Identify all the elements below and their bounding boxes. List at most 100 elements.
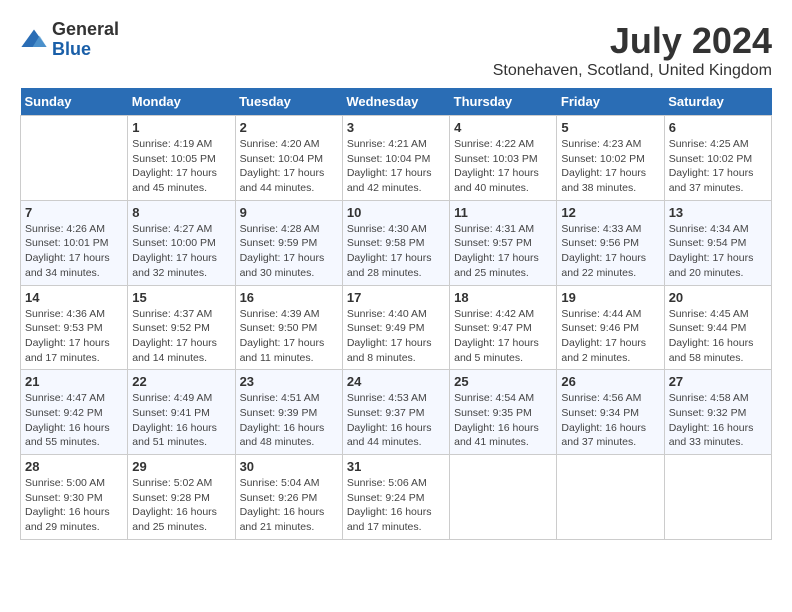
day-info: Sunrise: 4:39 AMSunset: 9:50 PMDaylight:… [240, 307, 338, 366]
day-number: 16 [240, 290, 338, 305]
day-cell: 10 Sunrise: 4:30 AMSunset: 9:58 PMDayligh… [342, 200, 449, 285]
header-row: SundayMondayTuesdayWednesdayThursdayFrid… [21, 88, 772, 116]
day-cell: 9 Sunrise: 4:28 AMSunset: 9:59 PMDaylight… [235, 200, 342, 285]
day-cell: 29 Sunrise: 5:02 AMSunset: 9:28 PMDayligh… [128, 455, 235, 540]
day-info: Sunrise: 4:21 AMSunset: 10:04 PMDaylight… [347, 137, 445, 196]
day-cell [557, 455, 664, 540]
day-info: Sunrise: 4:47 AMSunset: 9:42 PMDaylight:… [25, 391, 123, 450]
day-cell: 8 Sunrise: 4:27 AMSunset: 10:00 PMDayligh… [128, 200, 235, 285]
day-info: Sunrise: 4:27 AMSunset: 10:00 PMDaylight… [132, 222, 230, 281]
day-cell: 6Sunrise: 4:25 AMSunset: 10:02 PMDayligh… [664, 116, 771, 201]
week-row-4: 28 Sunrise: 5:00 AMSunset: 9:30 PMDayligh… [21, 455, 772, 540]
day-info: Sunrise: 4:19 AMSunset: 10:05 PMDaylight… [132, 137, 230, 196]
day-number: 9 [240, 205, 338, 220]
header-friday: Friday [557, 88, 664, 116]
day-cell: 27Sunrise: 4:58 AMSunset: 9:32 PMDayligh… [664, 370, 771, 455]
day-number: 21 [25, 374, 123, 389]
day-info: Sunrise: 4:31 AMSunset: 9:57 PMDaylight:… [454, 222, 552, 281]
day-info: Sunrise: 4:53 AMSunset: 9:37 PMDaylight:… [347, 391, 445, 450]
day-number: 3 [347, 120, 445, 135]
day-number: 1 [132, 120, 230, 135]
calendar-table: SundayMondayTuesdayWednesdayThursdayFrid… [20, 88, 772, 540]
title-section: July 2024 Stonehaven, Scotland, United K… [493, 20, 772, 80]
day-cell [664, 455, 771, 540]
day-number: 29 [132, 459, 230, 474]
day-info: Sunrise: 4:28 AMSunset: 9:59 PMDaylight:… [240, 222, 338, 281]
day-cell: 15 Sunrise: 4:37 AMSunset: 9:52 PMDayligh… [128, 285, 235, 370]
day-number: 30 [240, 459, 338, 474]
logo: General Blue [20, 20, 119, 60]
day-info: Sunrise: 4:44 AMSunset: 9:46 PMDaylight:… [561, 307, 659, 366]
day-cell: 13Sunrise: 4:34 AMSunset: 9:54 PMDayligh… [664, 200, 771, 285]
header-saturday: Saturday [664, 88, 771, 116]
day-cell: 19 Sunrise: 4:44 AMSunset: 9:46 PMDayligh… [557, 285, 664, 370]
day-cell: 11Sunrise: 4:31 AMSunset: 9:57 PMDayligh… [450, 200, 557, 285]
logo-icon [20, 26, 48, 54]
day-number: 2 [240, 120, 338, 135]
day-info: Sunrise: 4:22 AMSunset: 10:03 PMDaylight… [454, 137, 552, 196]
day-number: 25 [454, 374, 552, 389]
day-info: Sunrise: 4:25 AMSunset: 10:02 PMDaylight… [669, 137, 767, 196]
day-cell: 14Sunrise: 4:36 AMSunset: 9:53 PMDayligh… [21, 285, 128, 370]
day-cell: 1 Sunrise: 4:19 AMSunset: 10:05 PMDayligh… [128, 116, 235, 201]
day-info: Sunrise: 5:04 AMSunset: 9:26 PMDaylight:… [240, 476, 338, 535]
day-cell [450, 455, 557, 540]
day-info: Sunrise: 4:45 AMSunset: 9:44 PMDaylight:… [669, 307, 767, 366]
day-number: 15 [132, 290, 230, 305]
day-cell: 20 Sunrise: 4:45 AMSunset: 9:44 PMDayligh… [664, 285, 771, 370]
day-number: 7 [25, 205, 123, 220]
day-info: Sunrise: 4:36 AMSunset: 9:53 PMDaylight:… [25, 307, 123, 366]
day-cell: 25 Sunrise: 4:54 AMSunset: 9:35 PMDayligh… [450, 370, 557, 455]
page-header: General Blue July 2024 Stonehaven, Scotl… [20, 20, 772, 80]
day-number: 26 [561, 374, 659, 389]
day-info: Sunrise: 5:06 AMSunset: 9:24 PMDaylight:… [347, 476, 445, 535]
day-number: 19 [561, 290, 659, 305]
day-number: 10 [347, 205, 445, 220]
day-cell: 22 Sunrise: 4:49 AMSunset: 9:41 PMDayligh… [128, 370, 235, 455]
day-info: Sunrise: 4:37 AMSunset: 9:52 PMDaylight:… [132, 307, 230, 366]
week-row-2: 14Sunrise: 4:36 AMSunset: 9:53 PMDayligh… [21, 285, 772, 370]
day-cell [21, 116, 128, 201]
day-cell: 28 Sunrise: 5:00 AMSunset: 9:30 PMDayligh… [21, 455, 128, 540]
day-number: 24 [347, 374, 445, 389]
day-cell: 31 Sunrise: 5:06 AMSunset: 9:24 PMDayligh… [342, 455, 449, 540]
day-number: 12 [561, 205, 659, 220]
day-cell: 30 Sunrise: 5:04 AMSunset: 9:26 PMDayligh… [235, 455, 342, 540]
day-number: 4 [454, 120, 552, 135]
day-number: 23 [240, 374, 338, 389]
day-cell: 4 Sunrise: 4:22 AMSunset: 10:03 PMDayligh… [450, 116, 557, 201]
day-cell: 17 Sunrise: 4:40 AMSunset: 9:49 PMDayligh… [342, 285, 449, 370]
logo-blue: Blue [52, 40, 119, 60]
day-number: 28 [25, 459, 123, 474]
day-info: Sunrise: 4:23 AMSunset: 10:02 PMDaylight… [561, 137, 659, 196]
day-number: 8 [132, 205, 230, 220]
day-info: Sunrise: 4:58 AMSunset: 9:32 PMDaylight:… [669, 391, 767, 450]
day-number: 22 [132, 374, 230, 389]
day-number: 18 [454, 290, 552, 305]
day-cell: 23 Sunrise: 4:51 AMSunset: 9:39 PMDayligh… [235, 370, 342, 455]
day-number: 31 [347, 459, 445, 474]
day-info: Sunrise: 4:54 AMSunset: 9:35 PMDaylight:… [454, 391, 552, 450]
day-info: Sunrise: 4:51 AMSunset: 9:39 PMDaylight:… [240, 391, 338, 450]
day-info: Sunrise: 5:02 AMSunset: 9:28 PMDaylight:… [132, 476, 230, 535]
day-cell: 7 Sunrise: 4:26 AMSunset: 10:01 PMDayligh… [21, 200, 128, 285]
logo-general: General [52, 20, 119, 40]
day-cell: 21 Sunrise: 4:47 AMSunset: 9:42 PMDayligh… [21, 370, 128, 455]
day-info: Sunrise: 4:30 AMSunset: 9:58 PMDaylight:… [347, 222, 445, 281]
header-tuesday: Tuesday [235, 88, 342, 116]
day-number: 20 [669, 290, 767, 305]
day-info: Sunrise: 4:40 AMSunset: 9:49 PMDaylight:… [347, 307, 445, 366]
day-info: Sunrise: 4:26 AMSunset: 10:01 PMDaylight… [25, 222, 123, 281]
logo-text: General Blue [52, 20, 119, 60]
day-info: Sunrise: 4:34 AMSunset: 9:54 PMDaylight:… [669, 222, 767, 281]
day-cell: 12Sunrise: 4:33 AMSunset: 9:56 PMDayligh… [557, 200, 664, 285]
day-info: Sunrise: 4:20 AMSunset: 10:04 PMDaylight… [240, 137, 338, 196]
day-number: 5 [561, 120, 659, 135]
day-info: Sunrise: 5:00 AMSunset: 9:30 PMDaylight:… [25, 476, 123, 535]
day-cell: 18Sunrise: 4:42 AMSunset: 9:47 PMDayligh… [450, 285, 557, 370]
week-row-1: 7 Sunrise: 4:26 AMSunset: 10:01 PMDayligh… [21, 200, 772, 285]
day-info: Sunrise: 4:49 AMSunset: 9:41 PMDaylight:… [132, 391, 230, 450]
day-cell: 5 Sunrise: 4:23 AMSunset: 10:02 PMDayligh… [557, 116, 664, 201]
day-number: 17 [347, 290, 445, 305]
header-thursday: Thursday [450, 88, 557, 116]
